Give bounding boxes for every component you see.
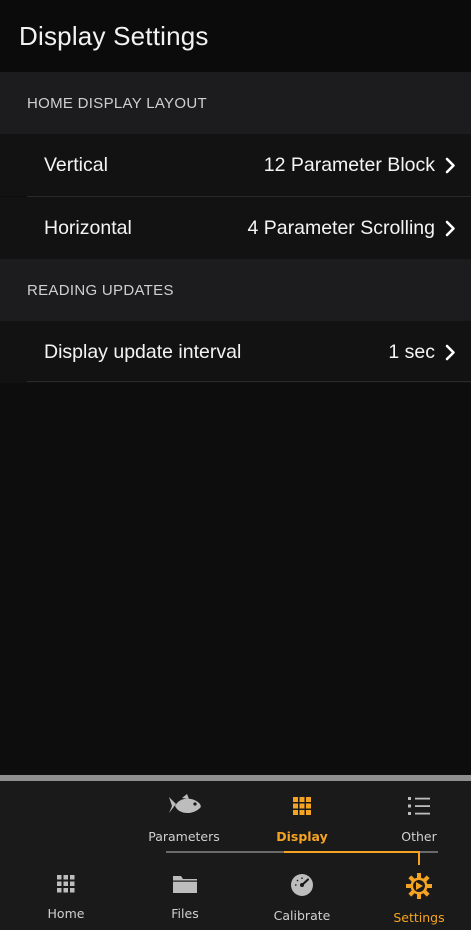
row-value: 1 sec: [388, 340, 435, 363]
horizontal-layout-row[interactable]: Horizontal 4 Parameter Scrolling: [0, 197, 471, 259]
tab-home[interactable]: Home: [26, 872, 106, 921]
section-header-home-display-layout: HOME DISPLAY LAYOUT: [0, 72, 471, 134]
chevron-right-icon: [443, 218, 457, 238]
row-label: Horizontal: [44, 216, 132, 239]
bottom-navigation: Parameters Display Other Home Files Cali…: [0, 781, 471, 930]
row-value: 4 Parameter Scrolling: [247, 216, 436, 239]
tab-label: Calibrate: [273, 908, 331, 923]
vertical-layout-row[interactable]: Vertical 12 Parameter Block: [0, 134, 471, 196]
folder-icon: [171, 872, 199, 900]
divider: [27, 381, 471, 382]
row-label: Display update interval: [44, 340, 242, 363]
tab-label: Settings: [393, 910, 445, 925]
section-header-reading-updates: READING UPDATES: [0, 259, 471, 321]
tab-label: Home: [47, 906, 85, 921]
row-label: Vertical: [44, 153, 108, 176]
nav-header: Display Settings: [0, 0, 471, 72]
tab-files[interactable]: Files: [145, 872, 225, 921]
grid-icon: [54, 872, 78, 900]
page-title: Display Settings: [19, 20, 209, 51]
tab-label: Files: [171, 906, 199, 921]
chevron-right-icon: [443, 155, 457, 175]
tab-calibrate[interactable]: Calibrate: [262, 872, 342, 923]
gauge-icon: [289, 872, 315, 902]
chevron-right-icon: [443, 342, 457, 362]
display-update-interval-row[interactable]: Display update interval 1 sec: [0, 321, 471, 383]
tab-settings[interactable]: Settings: [379, 872, 459, 925]
gear-icon: [405, 872, 433, 904]
row-value: 12 Parameter Block: [263, 153, 435, 176]
